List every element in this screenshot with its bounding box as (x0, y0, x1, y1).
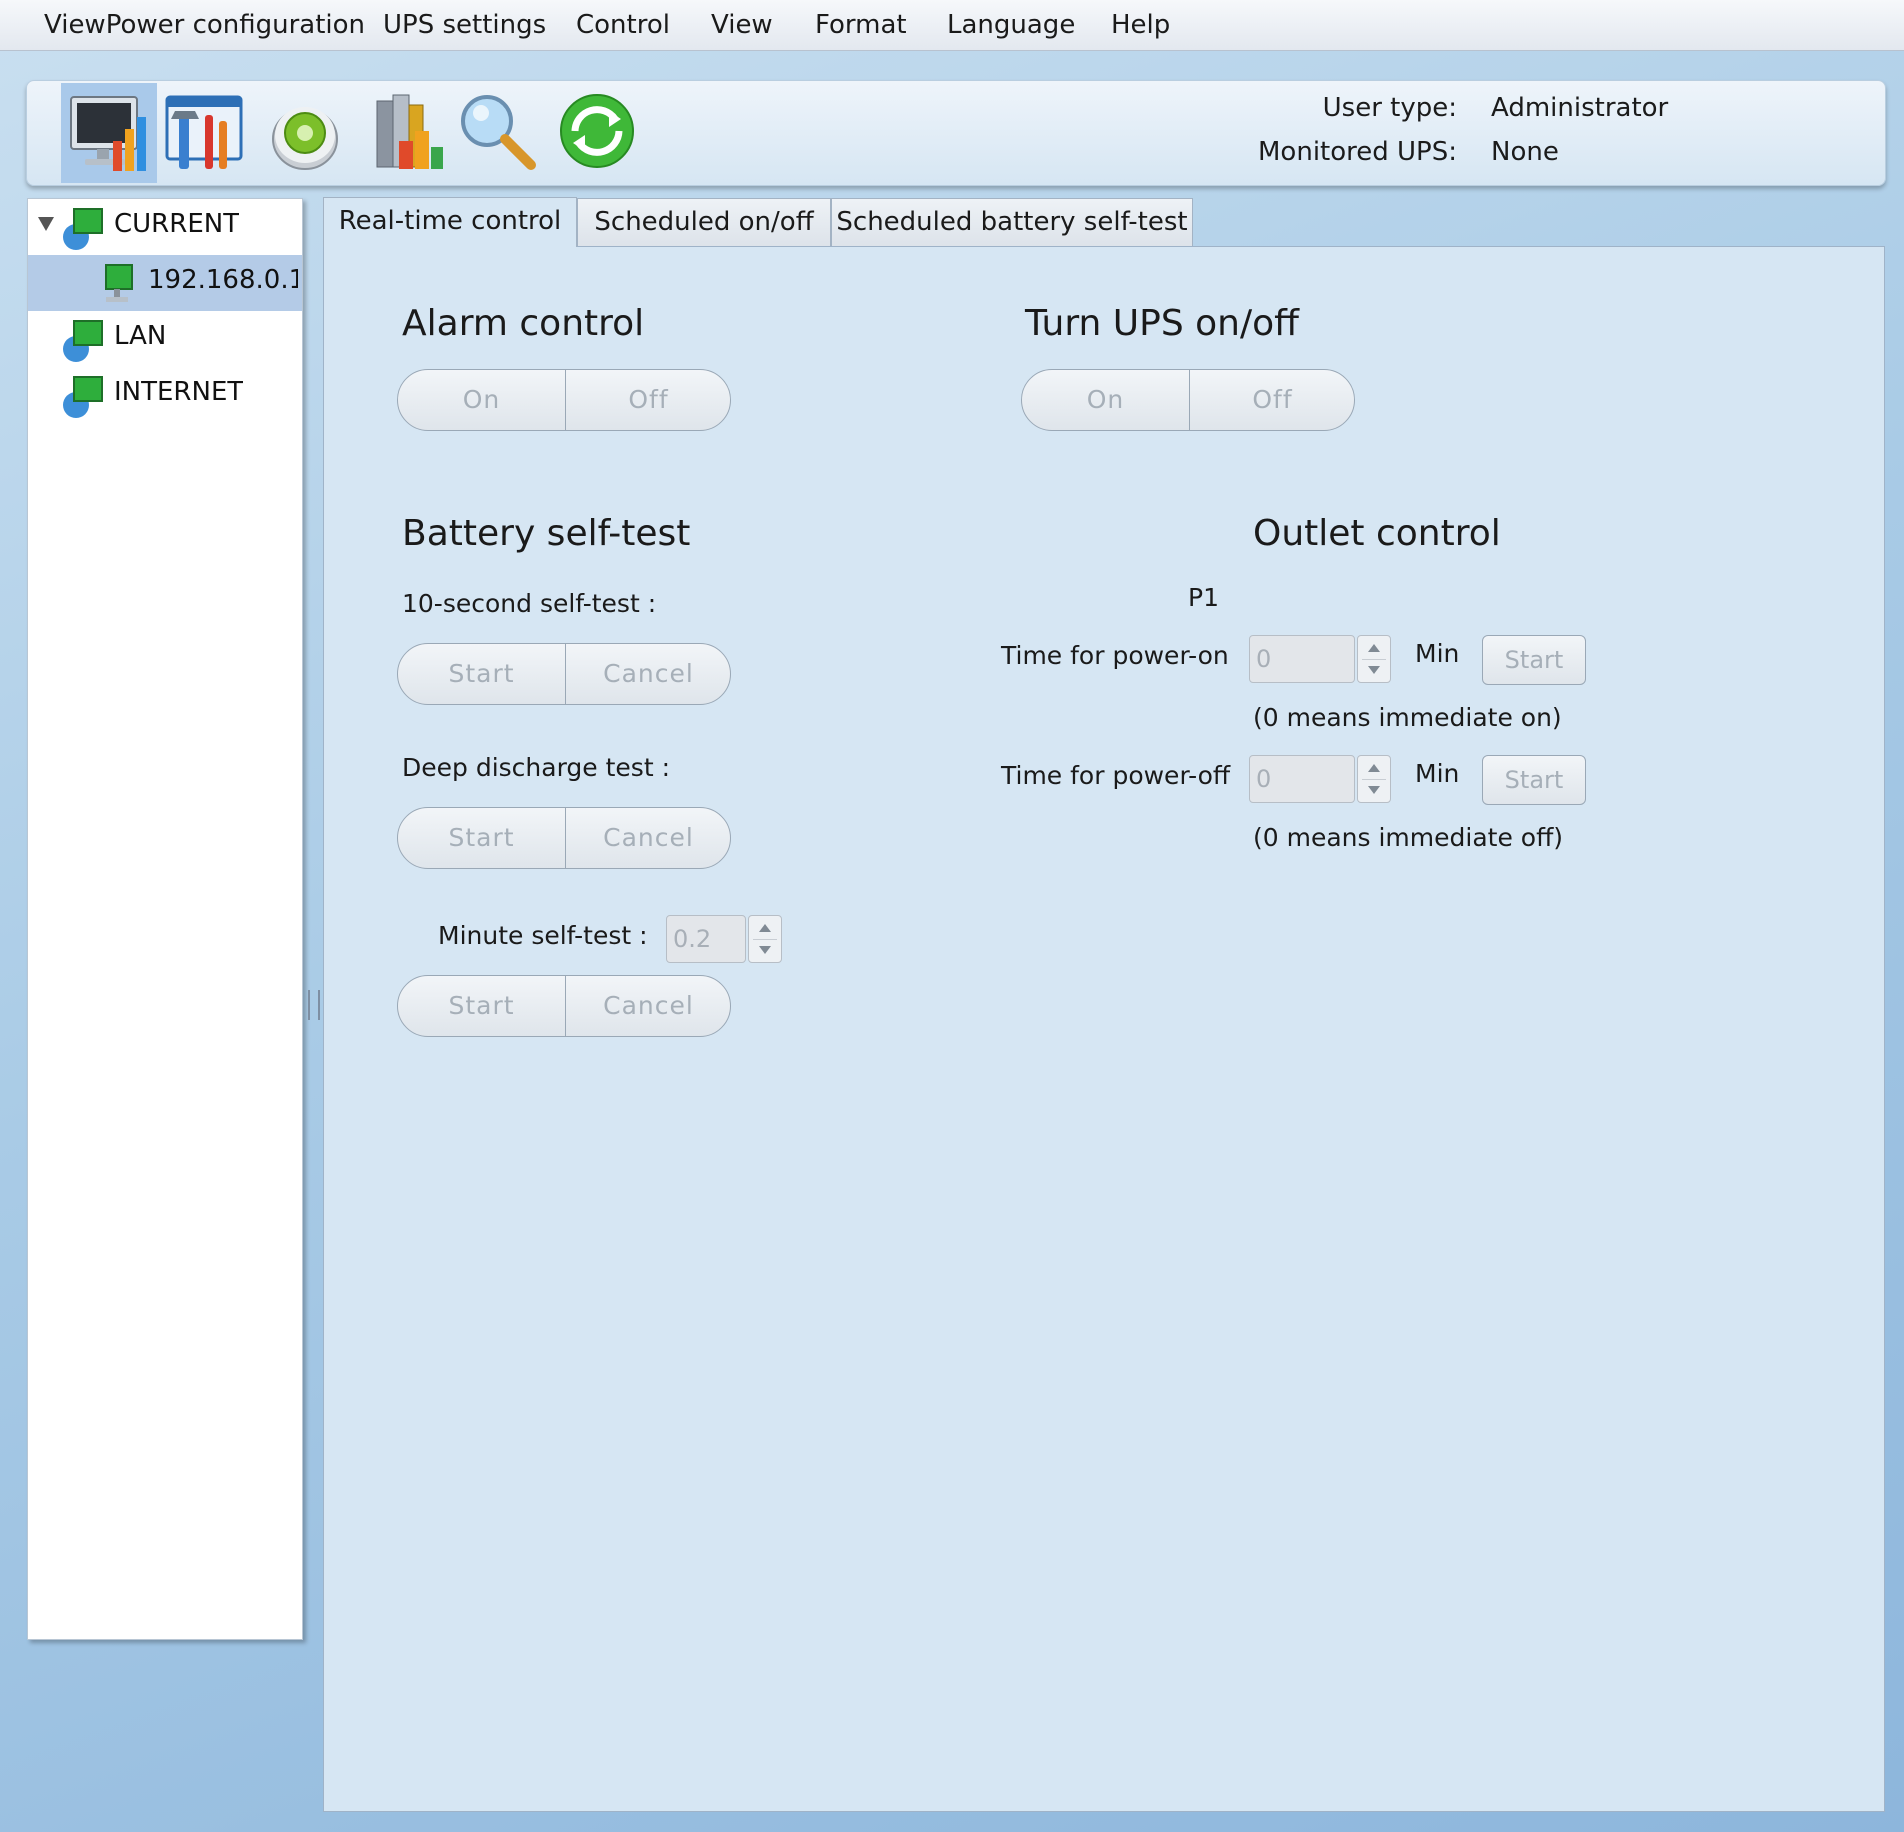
ups-off-button[interactable]: Off (1189, 370, 1354, 430)
search-button[interactable] (449, 83, 545, 183)
gear-disc-icon (272, 107, 338, 170)
spin-up-icon[interactable] (1368, 764, 1380, 772)
spin-up-icon[interactable] (1368, 644, 1380, 652)
pane-splitter[interactable] (308, 990, 320, 1020)
monitor-button[interactable] (61, 83, 157, 183)
minute-cancel-button[interactable]: Cancel (565, 976, 730, 1036)
spin-down-icon[interactable] (759, 946, 771, 954)
network-computer-icon (63, 320, 103, 362)
deep-discharge-controls: Start Cancel (397, 807, 731, 869)
user-type-label: User type: (1322, 93, 1457, 123)
monitor-chart-icon (70, 96, 146, 171)
minute-self-test-controls: Start Cancel (397, 975, 731, 1037)
ups-power-toggle: On Off (1021, 369, 1355, 431)
outlet-control-heading: Outlet control (1253, 513, 1501, 554)
device-settings-button[interactable] (259, 83, 355, 183)
tree-item-lan[interactable]: LAN (28, 311, 302, 367)
ups-on-button[interactable]: On (1022, 370, 1190, 430)
spin-up-icon[interactable] (759, 924, 771, 932)
monitored-ups-label: Monitored UPS: (1258, 137, 1457, 167)
data-log-button[interactable] (361, 83, 457, 183)
tree-label-ip: 192.168.0.101 (148, 265, 298, 295)
menu-help[interactable]: Help (1111, 0, 1170, 50)
power-on-note: (0 means immediate on) (1253, 703, 1562, 732)
menu-viewpower-configuration[interactable]: ViewPower configuration (44, 0, 365, 50)
magnifier-icon (461, 95, 536, 170)
network-computer-icon (63, 208, 103, 250)
toolbar: User type: Administrator Monitored UPS: … (26, 80, 1886, 186)
books-chart-icon (376, 94, 443, 169)
power-off-note: (0 means immediate off) (1253, 823, 1564, 852)
minute-start-button[interactable]: Start (398, 976, 566, 1036)
alarm-toggle: On Off (397, 369, 731, 431)
menu-bar: ViewPower configuration UPS settings Con… (0, 0, 1904, 51)
power-on-start-button[interactable]: Start (1482, 635, 1586, 685)
power-off-time-spinner[interactable] (1357, 755, 1391, 803)
spin-down-icon[interactable] (1368, 666, 1380, 674)
device-tree: CURRENT 192.168.0.101 LAN INTERNET (27, 198, 303, 1640)
ten-second-cancel-button[interactable]: Cancel (565, 644, 730, 704)
tab-real-time-control[interactable]: Real-time control (323, 197, 577, 247)
deep-discharge-test-label: Deep discharge test : (402, 753, 670, 782)
tree-label-current: CURRENT (114, 209, 240, 239)
tree-item-internet[interactable]: INTERNET (28, 367, 302, 423)
refresh-icon (560, 94, 634, 168)
power-on-unit: Min (1415, 639, 1460, 668)
refresh-button[interactable] (549, 83, 645, 183)
battery-self-test-heading: Battery self-test (402, 513, 691, 554)
ten-second-start-button[interactable]: Start (398, 644, 566, 704)
menu-language[interactable]: Language (947, 0, 1075, 50)
ten-second-test-label: 10-second self-test : (402, 589, 657, 618)
alarm-control-heading: Alarm control (402, 303, 645, 344)
deep-discharge-cancel-button[interactable]: Cancel (565, 808, 730, 868)
power-on-time-label: Time for power-on (1001, 641, 1229, 670)
spin-down-icon[interactable] (1368, 786, 1380, 794)
outlet-column-p1: P1 (1188, 583, 1219, 612)
deep-discharge-start-button[interactable]: Start (398, 808, 566, 868)
tab-scheduled-on-off[interactable]: Scheduled on/off (577, 198, 831, 246)
ups-computer-icon (105, 264, 133, 302)
power-on-time-spinner[interactable] (1357, 635, 1391, 683)
tools-settings-icon (165, 95, 243, 169)
power-off-unit: Min (1415, 759, 1460, 788)
tree-item-ups-ip[interactable]: 192.168.0.101 (28, 255, 302, 311)
tree-item-current[interactable]: CURRENT (28, 199, 302, 255)
alarm-on-button[interactable]: On (398, 370, 566, 430)
real-time-control-panel: Alarm control On Off Turn UPS on/off On … (323, 246, 1885, 1812)
minute-self-test-label: Minute self-test : (438, 921, 648, 950)
ten-second-test-controls: Start Cancel (397, 643, 731, 705)
menu-ups-settings[interactable]: UPS settings (383, 0, 546, 50)
monitored-ups-value: None (1491, 137, 1559, 167)
power-off-time-input[interactable]: 0 (1249, 755, 1355, 803)
menu-format[interactable]: Format (815, 0, 907, 50)
turn-ups-heading: Turn UPS on/off (1025, 303, 1299, 344)
tree-label-lan: LAN (114, 321, 167, 351)
user-type-value: Administrator (1491, 93, 1669, 123)
network-computer-icon (63, 376, 103, 418)
settings-button[interactable] (157, 83, 253, 183)
power-on-time-input[interactable]: 0 (1249, 635, 1355, 683)
minute-self-test-input[interactable]: 0.2 (666, 915, 746, 963)
tab-scheduled-battery-self-test[interactable]: Scheduled battery self-test (831, 198, 1193, 246)
menu-view[interactable]: View (711, 0, 773, 50)
alarm-off-button[interactable]: Off (565, 370, 730, 430)
power-off-time-label: Time for power-off (1001, 761, 1231, 790)
expand-arrow-icon[interactable] (38, 217, 54, 231)
menu-control[interactable]: Control (576, 0, 670, 50)
power-off-start-button[interactable]: Start (1482, 755, 1586, 805)
minute-self-test-spinner[interactable] (748, 915, 782, 963)
tree-label-internet: INTERNET (114, 377, 244, 407)
